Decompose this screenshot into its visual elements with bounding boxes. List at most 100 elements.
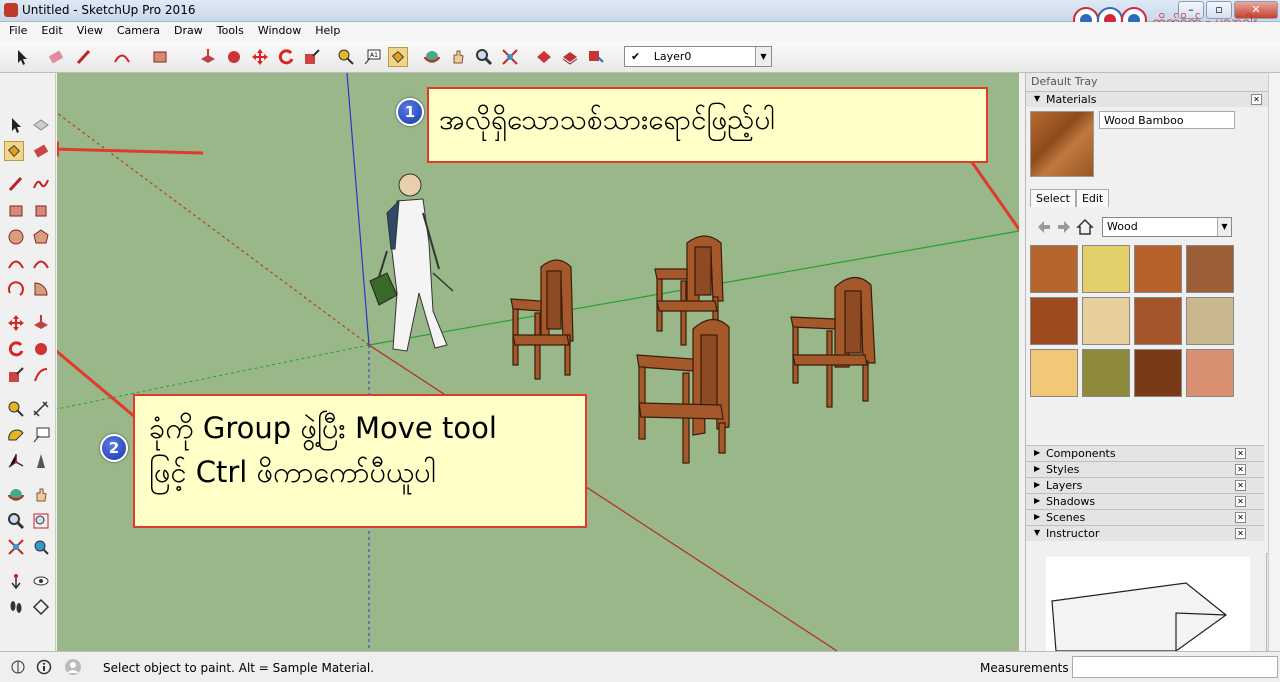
menu-file[interactable]: File <box>2 22 34 41</box>
material-name-field[interactable]: Wood Bamboo <box>1099 111 1235 129</box>
offset-icon[interactable] <box>31 365 51 385</box>
menu-view[interactable]: View <box>70 22 110 41</box>
collection-dropdown[interactable]: Wood ▼ <box>1102 217 1232 237</box>
look-around-icon[interactable] <box>31 571 51 591</box>
materials-panel-header[interactable]: ▼ Materials ✕ <box>1026 91 1280 107</box>
material-swatch[interactable] <box>1030 349 1078 397</box>
chevron-down-icon[interactable]: ▼ <box>755 47 771 66</box>
menu-window[interactable]: Window <box>251 22 308 41</box>
zoom-window-icon[interactable] <box>31 511 51 531</box>
material-swatch[interactable] <box>1186 297 1234 345</box>
material-swatch[interactable] <box>1030 245 1078 293</box>
text-tool-icon[interactable]: A1 <box>362 47 382 67</box>
zoom-icon[interactable] <box>474 47 494 67</box>
pencil-icon[interactable] <box>74 47 94 67</box>
info-icon[interactable] <box>36 659 52 675</box>
pan-icon[interactable] <box>448 47 468 67</box>
scenes-panel-header[interactable]: ▶ Scenes ✕ <box>1026 509 1264 525</box>
material-swatch[interactable] <box>1082 297 1130 345</box>
walk-icon[interactable] <box>6 597 26 617</box>
pan-icon[interactable] <box>31 485 51 505</box>
pie-icon[interactable] <box>31 279 51 299</box>
menu-help[interactable]: Help <box>308 22 347 41</box>
paint-bucket-icon[interactable] <box>388 47 408 67</box>
tab-select[interactable]: Select <box>1030 189 1076 207</box>
follow-me-icon[interactable] <box>224 47 244 67</box>
close-icon[interactable]: ✕ <box>1235 480 1246 491</box>
shadows-panel-header[interactable]: ▶ Shadows ✕ <box>1026 493 1264 509</box>
close-icon[interactable]: ✕ <box>1235 528 1246 539</box>
material-swatch[interactable] <box>1134 297 1182 345</box>
arc-icon[interactable] <box>112 47 132 67</box>
push-pull-icon[interactable] <box>31 313 51 333</box>
axes-icon[interactable] <box>6 451 26 471</box>
make-component-icon[interactable] <box>31 115 51 135</box>
close-icon[interactable]: ✕ <box>1251 94 1262 105</box>
orbit-icon[interactable] <box>6 485 26 505</box>
components-panel-header[interactable]: ▶ Components ✕ <box>1026 445 1264 461</box>
material-swatch[interactable] <box>1030 297 1078 345</box>
freehand-icon[interactable] <box>31 174 51 194</box>
rectangle-icon[interactable] <box>150 47 170 67</box>
circle-icon[interactable] <box>6 227 26 247</box>
rectangle-icon[interactable] <box>6 201 26 221</box>
move-icon[interactable] <box>6 313 26 333</box>
position-camera-icon[interactable] <box>6 571 26 591</box>
styles-panel-header[interactable]: ▶ Styles ✕ <box>1026 461 1264 477</box>
three-point-arc-icon[interactable] <box>6 279 26 299</box>
push-pull-icon[interactable] <box>198 47 218 67</box>
rotated-rectangle-icon[interactable] <box>31 201 51 221</box>
material-swatch[interactable] <box>1134 349 1182 397</box>
section-plane-icon[interactable] <box>31 597 51 617</box>
menu-draw[interactable]: Draw <box>167 22 210 41</box>
protractor-icon[interactable] <box>6 425 26 445</box>
zoom-icon[interactable] <box>6 511 26 531</box>
close-icon[interactable]: ✕ <box>1235 464 1246 475</box>
menu-tools[interactable]: Tools <box>210 22 251 41</box>
geo-location-icon[interactable] <box>10 659 26 675</box>
close-icon[interactable]: ✕ <box>1235 496 1246 507</box>
material-swatch[interactable] <box>1186 349 1234 397</box>
material-swatch[interactable] <box>1082 349 1130 397</box>
select-arrow-icon[interactable] <box>6 115 26 135</box>
polygon-icon[interactable] <box>31 227 51 247</box>
tape-measure-icon[interactable] <box>336 47 356 67</box>
material-swatch[interactable] <box>1082 245 1130 293</box>
rotate-icon[interactable] <box>276 47 296 67</box>
instructor-panel-header[interactable]: ▼ Instructor ✕ <box>1026 525 1264 541</box>
rotate-icon[interactable] <box>6 339 26 359</box>
chevron-down-icon[interactable]: ▼ <box>1217 218 1231 236</box>
previous-view-icon[interactable] <box>31 537 51 557</box>
tape-measure-icon[interactable] <box>6 399 26 419</box>
arc-icon[interactable] <box>6 253 26 273</box>
move-icon[interactable] <box>250 47 270 67</box>
text-tool-icon[interactable] <box>31 425 51 445</box>
layers-panel-header[interactable]: ▶ Layers ✕ <box>1026 477 1264 493</box>
components-icon[interactable] <box>560 47 580 67</box>
close-icon[interactable]: ✕ <box>1235 512 1246 523</box>
pencil-icon[interactable] <box>6 174 26 194</box>
paint-bucket-icon[interactable] <box>4 141 24 161</box>
user-account-icon[interactable] <box>64 658 82 676</box>
material-swatch[interactable] <box>1186 245 1234 293</box>
layer-dropdown[interactable]: ✔ Layer0 ▼ <box>624 46 772 67</box>
two-point-arc-icon[interactable] <box>31 253 51 273</box>
measurements-input[interactable] <box>1072 656 1278 678</box>
dimension-icon[interactable] <box>31 399 51 419</box>
zoom-extents-icon[interactable] <box>500 47 520 67</box>
zoom-extents-icon[interactable] <box>6 537 26 557</box>
close-icon[interactable]: ✕ <box>1235 448 1246 459</box>
follow-me-icon[interactable] <box>31 339 51 359</box>
menu-edit[interactable]: Edit <box>34 22 69 41</box>
scale-icon[interactable] <box>302 47 322 67</box>
select-arrow-icon[interactable] <box>12 47 32 67</box>
orbit-icon[interactable] <box>422 47 442 67</box>
tab-edit[interactable]: Edit <box>1075 189 1110 207</box>
tray-scrollbar[interactable] <box>1268 73 1280 651</box>
material-swatch[interactable] <box>1134 245 1182 293</box>
menu-camera[interactable]: Camera <box>110 22 167 41</box>
3d-text-icon[interactable] <box>31 451 51 471</box>
extension-warehouse-icon[interactable] <box>586 47 606 67</box>
warehouse-icon[interactable] <box>534 47 554 67</box>
scale-icon[interactable] <box>6 365 26 385</box>
